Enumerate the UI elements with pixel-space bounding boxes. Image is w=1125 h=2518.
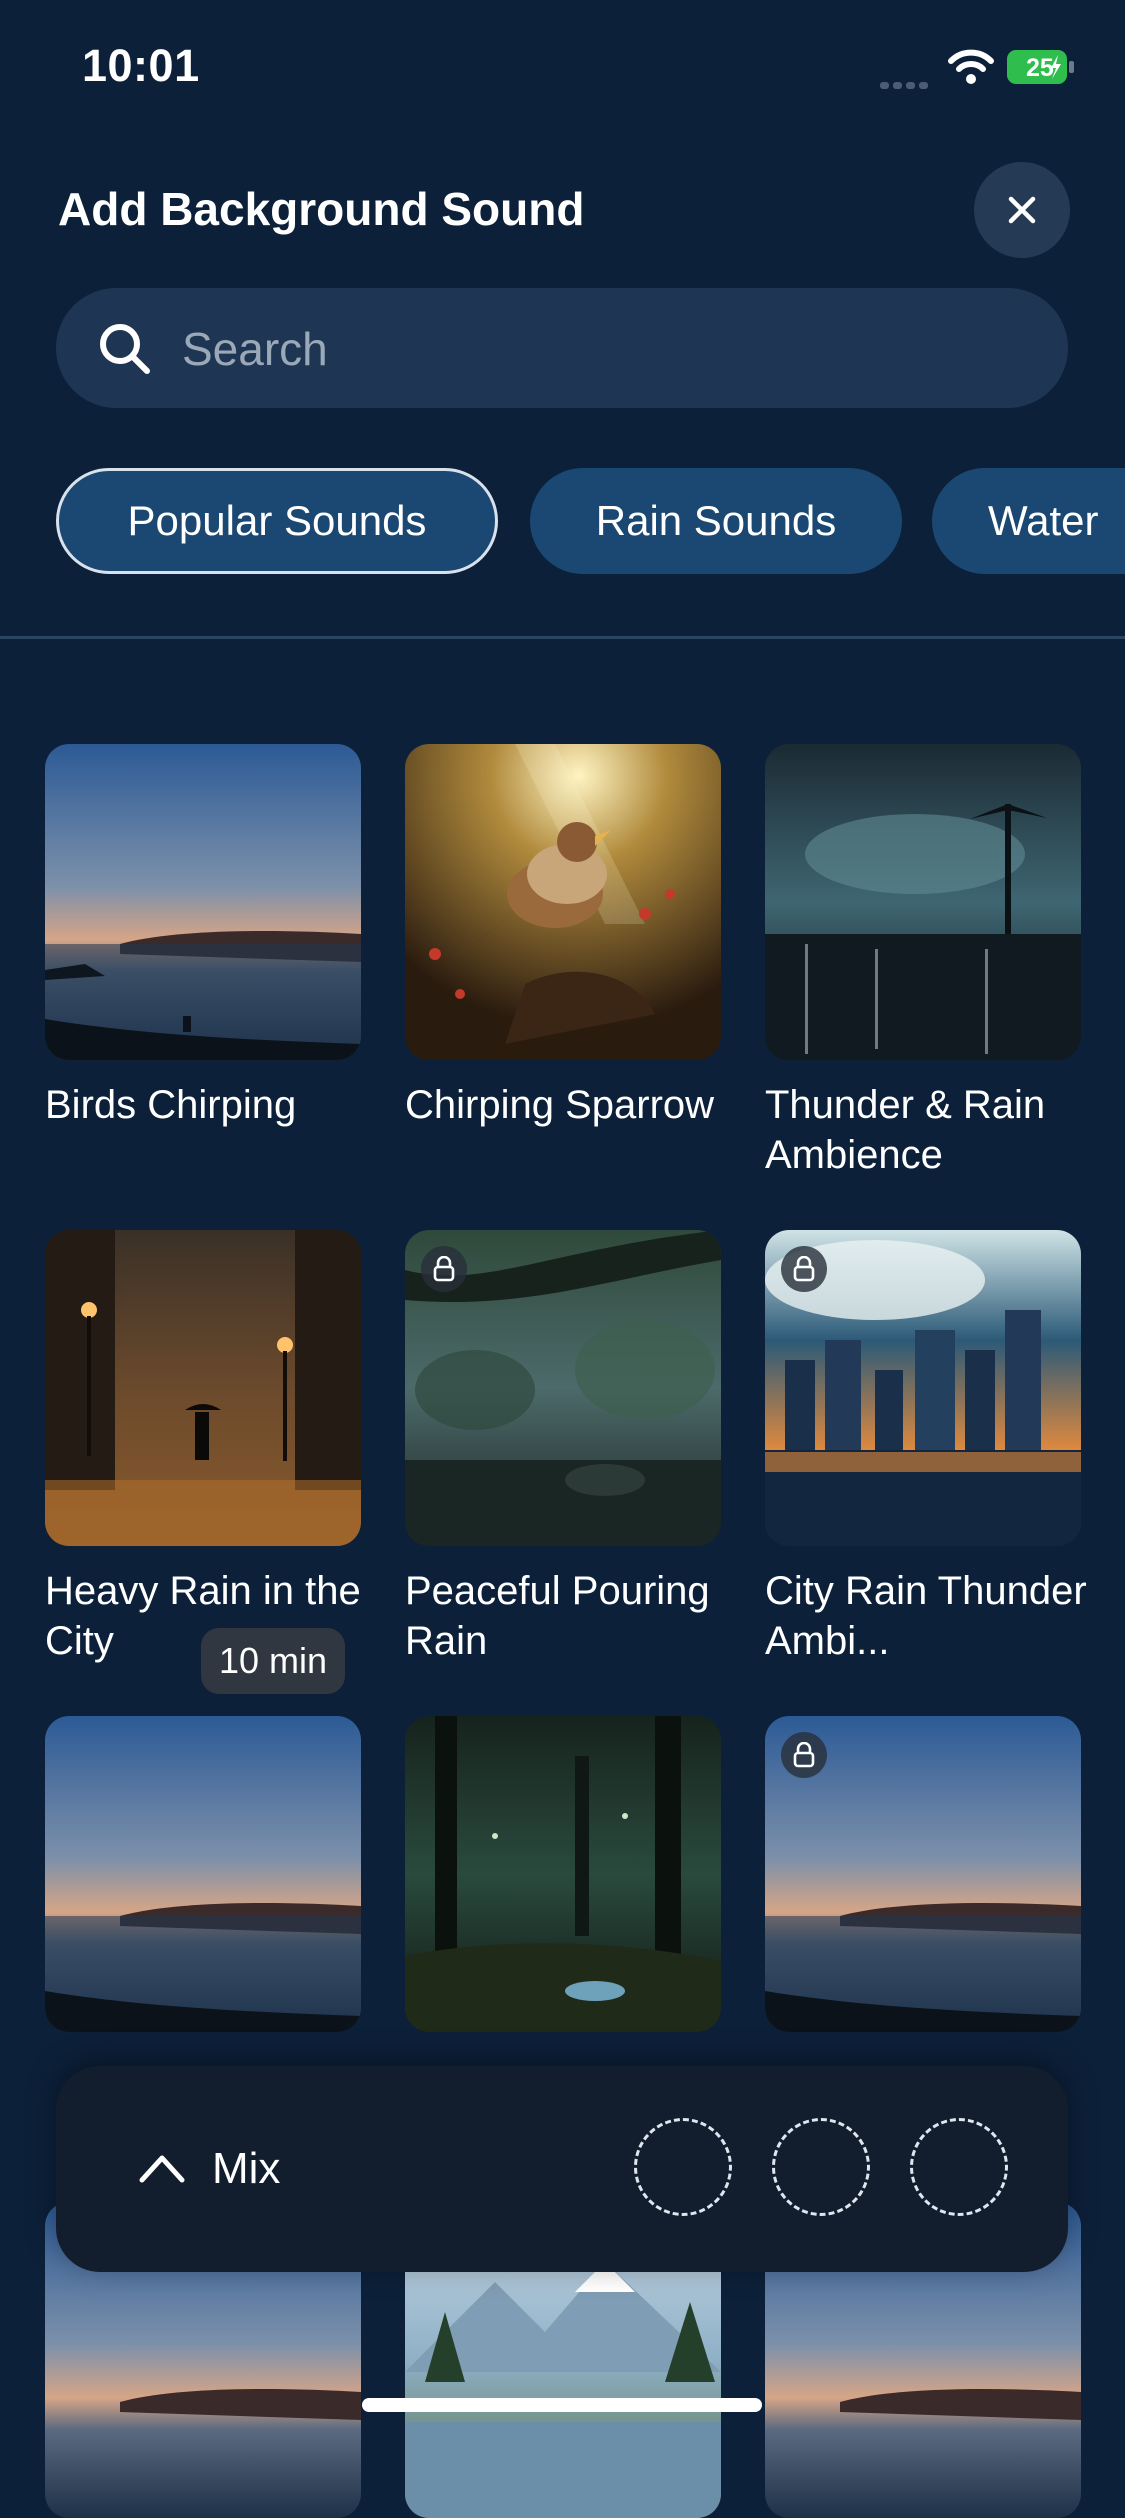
sound-thumbnail [765,744,1081,1060]
duration-badge: 10 min [200,1628,345,1694]
sound-thumbnail [45,1716,361,2032]
mix-label: Mix [212,2144,281,2193]
sound-title: Thunder & Rain Ambience [765,1083,1046,1177]
home-indicator [362,2398,762,2412]
lock-icon [781,1732,827,1778]
sound-title: Birds Chirping [45,1083,297,1127]
chevron-up-icon [138,2150,186,2184]
battery-level: 25 [1026,54,1054,82]
chip-label: Rain Sounds [595,497,837,544]
chip-label: Water [988,497,1099,544]
close-button[interactable] [974,162,1070,258]
sound-thumbnail [405,744,721,1060]
chip-label: Popular Sounds [127,497,427,544]
sound-title: City Rain Thunder Ambi... [765,1569,1087,1663]
sound-thumbnail [45,1230,361,1546]
wifi-icon [948,48,994,86]
chip-rain-sounds[interactable]: Rain Sounds [530,468,902,574]
close-icon [1008,196,1036,224]
sound-thumbnail [45,744,361,1060]
lock-icon [781,1246,827,1292]
sound-title: Peaceful Pouring Rain [405,1569,710,1663]
mix-slot-empty[interactable] [910,2118,1008,2216]
chip-water[interactable]: Water [932,468,1125,574]
cellular-signal-icon [880,76,934,89]
sound-thumbnail [405,1716,721,2032]
mix-bar[interactable]: Mix [56,2066,1068,2272]
status-time: 10:01 [82,40,200,91]
search-bar[interactable] [56,288,1068,408]
mix-slot-empty[interactable] [772,2118,870,2216]
category-chips: Popular Sounds Rain Sounds Water [56,468,1125,578]
sound-title: Chirping Sparrow [405,1083,715,1127]
search-input[interactable] [180,308,1024,390]
mix-slot-empty[interactable] [634,2118,732,2216]
page-title: Add Background Sound [58,183,585,235]
lock-icon [421,1246,467,1292]
search-icon [98,322,152,376]
divider [0,636,1125,639]
chip-popular-sounds[interactable]: Popular Sounds [56,468,498,574]
battery-icon: 25 [1006,48,1076,86]
